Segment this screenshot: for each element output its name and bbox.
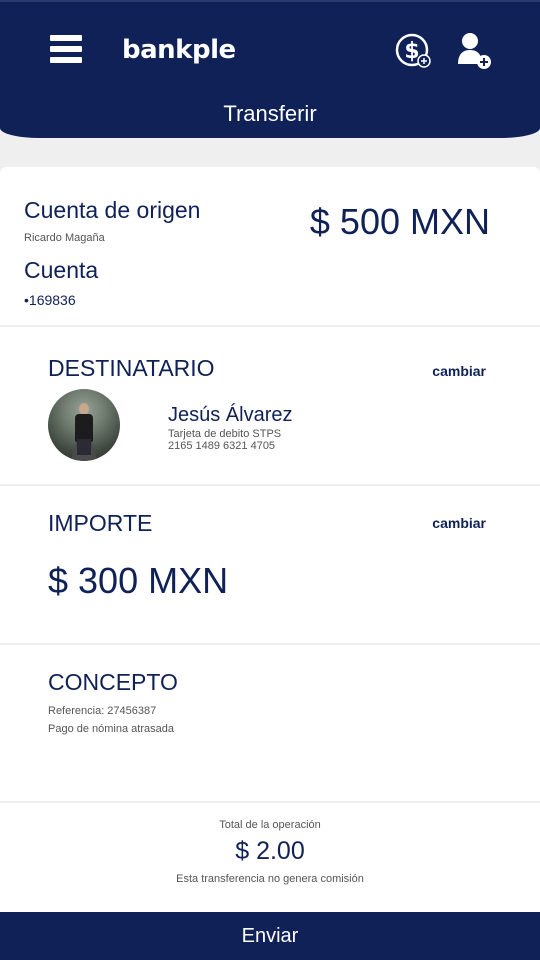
- bankple-logo: bankple: [122, 30, 236, 70]
- recipient-card: DESTINATARIO cambiar Jesús Álvarez Tarje…: [0, 327, 540, 484]
- total-label: Total de la operación: [219, 819, 321, 831]
- total-value: $ 2.00: [235, 837, 305, 865]
- recipient-card-type: Tarjeta de debito STPS: [168, 428, 282, 440]
- total-card: Total de la operación $ 2.00 Esta transf…: [0, 803, 540, 912]
- amount-card: IMPORTE cambiar $ 300 MXN: [0, 486, 540, 643]
- user-add-icon[interactable]: [456, 32, 492, 70]
- recipient-card-number: 2165 1489 6321 4705: [168, 440, 276, 452]
- account-label: Cuenta: [24, 257, 99, 283]
- send-button[interactable]: Enviar: [0, 912, 540, 960]
- origin-account-title: Cuenta de origen: [24, 197, 201, 223]
- recipient-title: DESTINATARIO: [48, 355, 215, 381]
- concept-card: CONCEPTO Referencia: 27456387 Pago de nó…: [0, 645, 540, 801]
- recipient-avatar: [48, 389, 120, 461]
- origin-account-balance: $ 500 MXN: [309, 201, 490, 242]
- menu-icon[interactable]: [50, 35, 82, 63]
- app-header: bankple $ Transferir: [0, 0, 540, 138]
- logo-text: bankple: [122, 35, 236, 65]
- concept-title: CONCEPTO: [48, 669, 178, 695]
- account-number: •169836: [24, 292, 76, 308]
- origin-account-owner: Ricardo Magaña: [24, 232, 105, 244]
- origin-account-card: Cuenta de origen Ricardo Magaña $ 500 MX…: [0, 167, 540, 325]
- change-recipient-link[interactable]: cambiar: [432, 363, 486, 379]
- amount-value: $ 300 MXN: [48, 560, 229, 601]
- recipient-name: Jesús Álvarez: [168, 404, 293, 426]
- money-add-icon[interactable]: $: [394, 32, 434, 72]
- change-amount-link[interactable]: cambiar: [432, 515, 486, 531]
- concept-description: Pago de nómina atrasada: [48, 723, 174, 735]
- page-title: Transferir: [223, 101, 317, 126]
- concept-reference: Referencia: 27456387: [48, 705, 157, 717]
- amount-title: IMPORTE: [48, 510, 153, 536]
- commission-note: Esta transferencia no genera comisión: [176, 873, 364, 885]
